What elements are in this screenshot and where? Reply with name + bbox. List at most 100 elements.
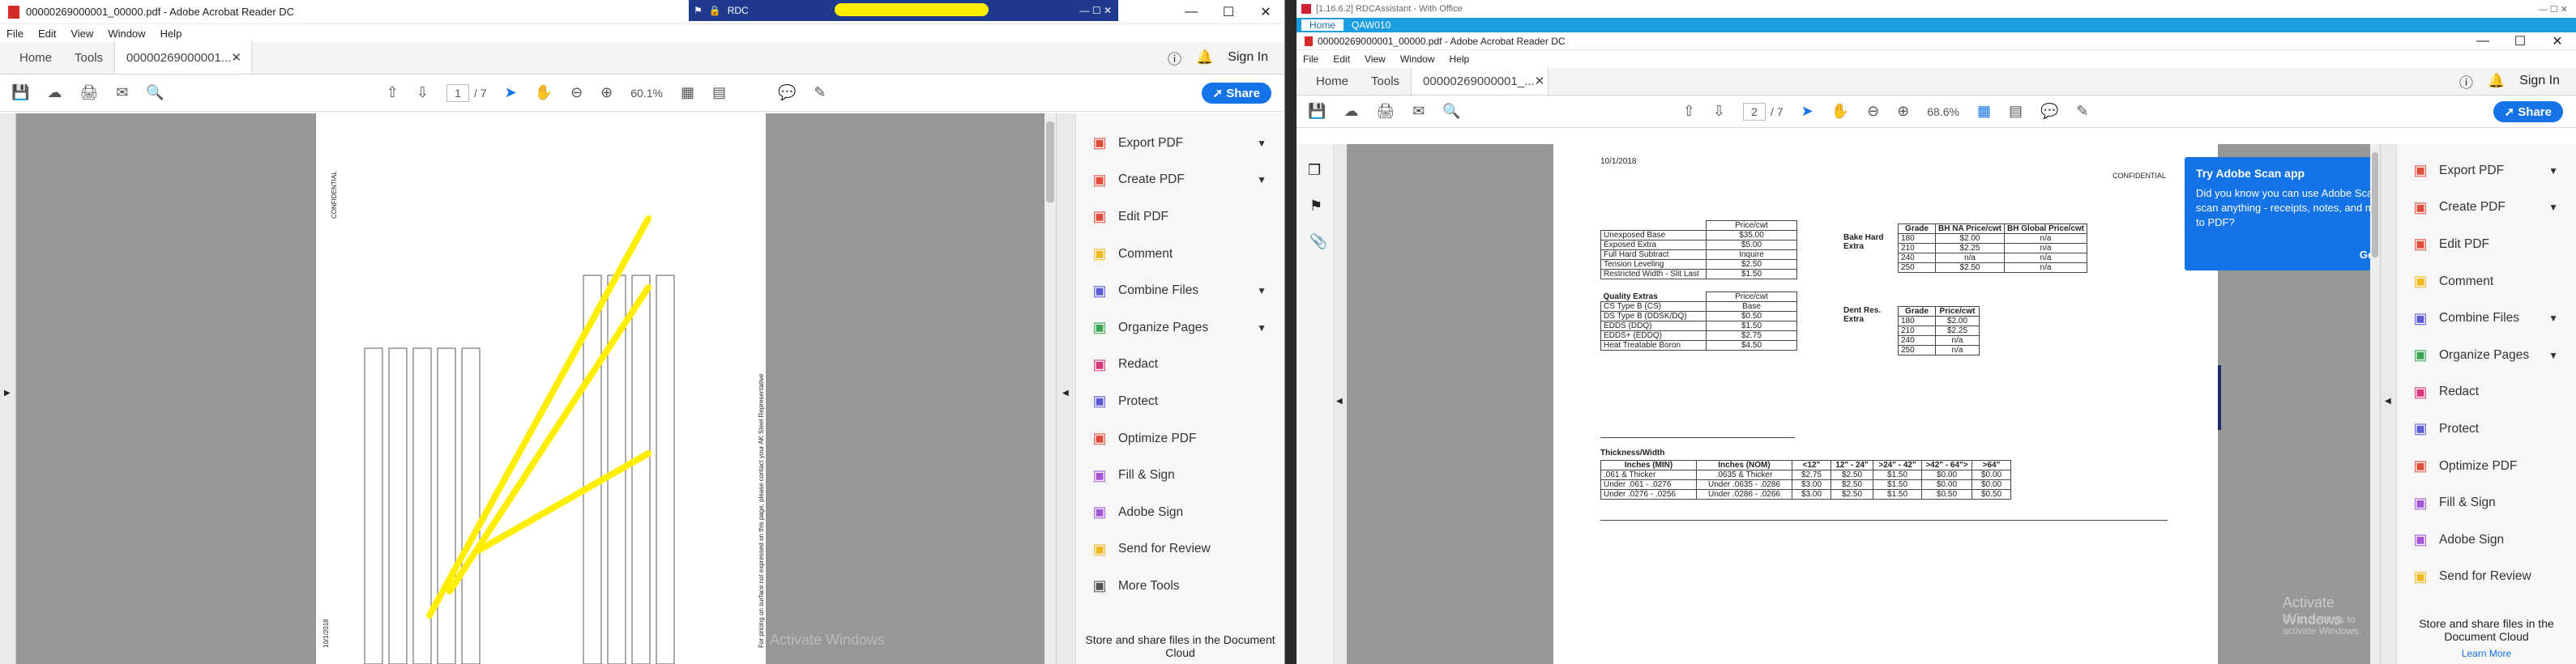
chevron-down-icon[interactable]: ▼ <box>1257 285 1267 296</box>
tool-optimize-pdf[interactable]: ▣ Optimize PDF <box>2397 448 2576 485</box>
tool-combine-files[interactable]: ▣ Combine Files ▼ <box>1076 272 1284 309</box>
tool-send-review[interactable]: ▣ Send for Review <box>1076 531 1284 568</box>
tool-export-pdf[interactable]: ▣ Export PDF ▼ <box>2397 152 2576 189</box>
tab-close-icon[interactable]: ✕ <box>1535 74 1545 88</box>
tab-document[interactable]: 00000269000001... ✕ <box>114 41 253 74</box>
mail-icon[interactable]: ✉ <box>116 84 128 101</box>
scroll-thumb[interactable] <box>2372 152 2378 258</box>
zoom-search-icon[interactable]: 🔍 <box>1442 103 1460 120</box>
hand-icon[interactable]: ✋ <box>535 84 553 101</box>
collapse-right-icon[interactable]: ◀ <box>1062 389 1069 398</box>
chevron-down-icon[interactable]: ▼ <box>1257 174 1267 185</box>
tool-create-pdf[interactable]: ▣ Create PDF ▼ <box>2397 189 2576 227</box>
tool-organize-pages[interactable]: ▣ Organize Pages ▼ <box>1076 309 1284 347</box>
menu-view[interactable]: View <box>70 28 93 40</box>
left-collapse-rail[interactable]: ▶ <box>0 113 16 664</box>
zoom-in-icon[interactable]: ⊕ <box>1897 103 1909 120</box>
chevron-down-icon[interactable]: ▼ <box>1257 138 1267 149</box>
help-icon[interactable]: ⓘ <box>1168 48 1181 68</box>
tool-organize-pages[interactable]: ▣ Organize Pages ▼ <box>2397 337 2576 374</box>
save-icon[interactable]: 💾 <box>1308 103 1326 120</box>
menu-help[interactable]: Help <box>1450 53 1470 65</box>
tool-more-tools[interactable]: ▣ More Tools <box>1076 568 1284 605</box>
fit-page-icon[interactable]: ▦ <box>1977 103 1991 120</box>
close-icon[interactable]: ✕ <box>1247 0 1284 23</box>
learn-more-link[interactable]: Learn More <box>2405 648 2568 659</box>
zoom-out-icon[interactable]: ⊖ <box>570 84 583 101</box>
menu-edit[interactable]: Edit <box>1333 53 1350 65</box>
sign-in-button[interactable]: Sign In <box>2519 74 2560 88</box>
maximize-icon[interactable]: ☐ <box>2501 32 2539 49</box>
tab-home[interactable]: Home <box>8 41 63 74</box>
menu-window[interactable]: Window <box>1400 53 1435 65</box>
tool-optimize-pdf[interactable]: ▣ Optimize PDF <box>1076 420 1284 458</box>
menu-edit[interactable]: Edit <box>38 28 56 40</box>
vertical-scrollbar[interactable] <box>2370 144 2380 664</box>
save-icon[interactable]: 💾 <box>11 84 29 101</box>
minimize-icon[interactable]: — <box>1173 0 1210 23</box>
fit-page-icon[interactable]: ▦ <box>681 84 694 101</box>
help-icon[interactable]: ⓘ <box>2459 71 2473 92</box>
share-button[interactable]: ➚ Share <box>1201 82 1271 104</box>
tool-comment[interactable]: ▣ Comment <box>2397 263 2576 300</box>
tool-redact[interactable]: ▣ Redact <box>1076 347 1284 384</box>
tab-tools[interactable]: Tools <box>63 41 114 74</box>
left-collapse-rail[interactable]: ◀ <box>1334 144 1347 664</box>
chevron-down-icon[interactable]: ▼ <box>2548 165 2558 177</box>
chevron-down-icon[interactable]: ▼ <box>1257 322 1267 334</box>
tool-protect[interactable]: ▣ Protect <box>2397 411 2576 448</box>
bell-icon[interactable]: 🔔 <box>1196 49 1213 66</box>
tool-edit-pdf[interactable]: ▣ Edit PDF <box>2397 226 2576 263</box>
tool-adobe-sign[interactable]: ▣ Adobe Sign <box>2397 521 2576 559</box>
sign-in-button[interactable]: Sign In <box>1228 50 1268 65</box>
right-collapse-rail[interactable]: ◀ <box>1056 113 1075 664</box>
scroll-mode-icon[interactable]: ▤ <box>2009 103 2023 120</box>
print-icon[interactable]: 🖨 <box>79 84 98 101</box>
menu-file[interactable]: File <box>6 28 23 40</box>
document-view[interactable]: CONFIDENTIAL 10/1/2018 For pricing on su… <box>16 113 1056 664</box>
scroll-thumb[interactable] <box>1046 121 1054 202</box>
tool-create-pdf[interactable]: ▣ Create PDF ▼ <box>1076 162 1284 199</box>
bell-icon[interactable]: 🔔 <box>2488 73 2505 89</box>
chevron-down-icon[interactable]: ▼ <box>2548 350 2558 361</box>
vertical-scrollbar[interactable] <box>1044 113 1056 664</box>
tab-close-icon[interactable]: ✕ <box>231 50 241 65</box>
attachment-icon[interactable]: 📎 <box>1309 233 1327 250</box>
print-icon[interactable]: 🖨 <box>1376 103 1395 120</box>
next-page-icon[interactable]: ⇩ <box>1713 103 1725 120</box>
tool-fill-sign[interactable]: ▣ Fill & Sign <box>1076 457 1284 494</box>
maximize-icon[interactable]: ☐ <box>1210 0 1247 23</box>
minimize-icon[interactable]: — <box>2464 32 2501 49</box>
bookmark-icon[interactable]: ⚑ <box>1309 198 1322 215</box>
tab-document[interactable]: 00000269000001_... ✕ <box>1411 67 1549 95</box>
pin-icon[interactable]: ⚑ <box>694 5 703 16</box>
share-button[interactable]: ➚ Share <box>2493 100 2563 122</box>
tool-fill-sign[interactable]: ▣ Fill & Sign <box>2397 484 2576 521</box>
zoom-level[interactable]: 68.6% <box>1927 105 1959 118</box>
hand-icon[interactable]: ✋ <box>1831 103 1849 120</box>
chevron-down-icon[interactable]: ▼ <box>2548 202 2558 213</box>
upload-icon[interactable]: ☁ <box>47 84 62 101</box>
prev-page-icon[interactable]: ⇧ <box>1683 103 1695 120</box>
lock-icon[interactable]: 🔒 <box>709 5 721 16</box>
scroll-mode-icon[interactable]: ▤ <box>712 84 726 101</box>
expand-left-icon[interactable]: ◀ <box>1336 397 1343 406</box>
pen-icon[interactable]: ✎ <box>2076 103 2088 120</box>
comment-tool-icon[interactable]: 💬 <box>2040 103 2058 120</box>
select-arrow-icon[interactable]: ➤ <box>1801 103 1813 120</box>
menu-view[interactable]: View <box>1365 53 1386 65</box>
zoom-in-icon[interactable]: ⊕ <box>600 84 613 101</box>
page-number-input[interactable]: 2 <box>1742 102 1766 121</box>
tab-tools[interactable]: Tools <box>1360 67 1411 95</box>
rdc-window-buttons[interactable]: — ☐ ✕ <box>2539 4 2568 15</box>
prev-page-icon[interactable]: ⇧ <box>387 84 399 101</box>
page-number-input[interactable]: 1 <box>446 83 469 102</box>
close-icon[interactable]: ✕ <box>2539 32 2576 49</box>
next-page-icon[interactable]: ⇩ <box>417 84 429 101</box>
pages-icon[interactable]: ❐ <box>1308 162 1321 179</box>
zoom-level[interactable]: 60.1% <box>630 87 663 100</box>
select-arrow-icon[interactable]: ➤ <box>505 84 517 101</box>
comment-tool-icon[interactable]: 💬 <box>778 84 796 101</box>
tab-home[interactable]: Home <box>1305 67 1360 95</box>
ribbon-tab-qaw[interactable]: QAW010 <box>1344 19 1399 31</box>
